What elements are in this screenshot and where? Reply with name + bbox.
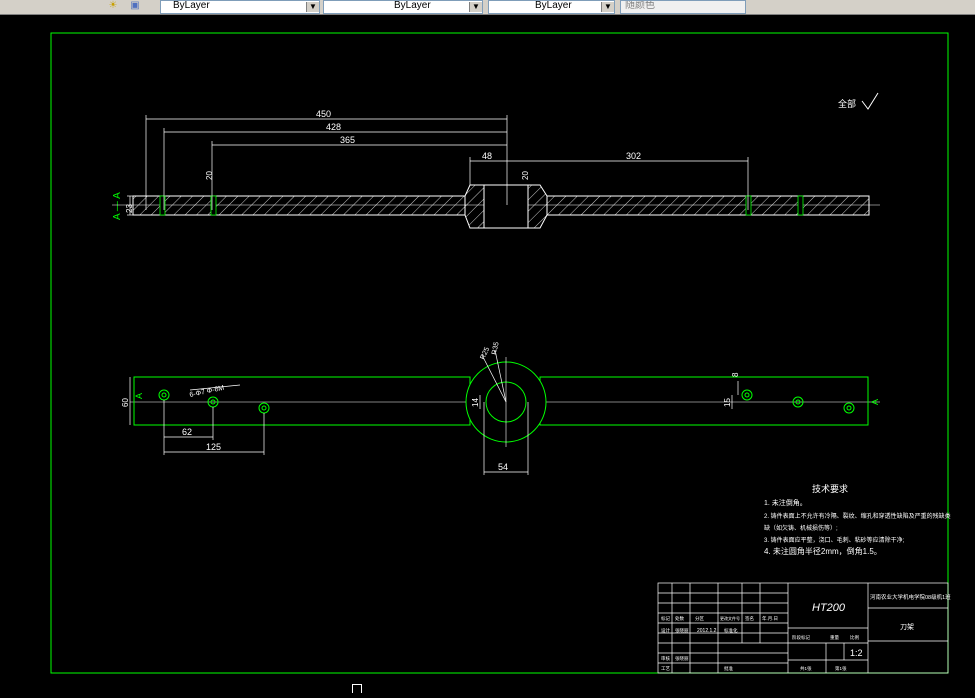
hole-callout: 6-Φ7 Φ-8M [189, 385, 225, 399]
dim-r2: R35 [491, 341, 501, 355]
dim-62: 62 [182, 427, 192, 437]
linetype-selector-value: ByLayer [394, 0, 431, 11]
tech-item-2: 2. 铸件表面上不允许有冷隔、裂纹、缩孔和穿透性缺陷及严重的残缺类 [764, 512, 951, 520]
lineweight-selector[interactable]: ByLayer ▼ [488, 0, 615, 14]
top-bar-left [133, 376, 471, 426]
outer-frame [50, 32, 949, 674]
part-name-label: 刀架 [900, 623, 914, 631]
date-value: 2012.1.2 [697, 628, 717, 634]
sheet-label: 共1张 [800, 665, 812, 672]
top-bar-right [539, 376, 869, 426]
front-hub-bore [483, 184, 529, 229]
chevron-down-icon[interactable]: ▼ [306, 2, 319, 12]
dim-r1: R25 [479, 346, 491, 361]
row-header-4: 签名 [745, 615, 754, 622]
tech-item-2b: 缺（如欠铸、机械损伤等）; [764, 524, 838, 532]
top-dimensions [129, 349, 739, 475]
front-hole [797, 195, 804, 216]
university-label: 河南农业大学机电学院08级机1班 [870, 593, 951, 601]
tech-item-4: 4. 未注圆角半径2mm，倒角1.5。 [764, 546, 882, 556]
lineweight-selector-value: ByLayer [535, 0, 572, 11]
tech-item-1: 1. 未注倒角。 [764, 498, 807, 507]
row-header-2: 分区 [695, 615, 704, 622]
plotstyle-selector[interactable]: 随颜色 [620, 0, 746, 14]
dim-23: 23 [125, 204, 134, 213]
layer-previous-icon[interactable]: ▣ [128, 0, 142, 12]
dim-20-center: 20 [521, 171, 530, 180]
row-header-5: 年.月.日 [762, 615, 778, 622]
section-mark-right: A [870, 399, 880, 405]
linetype-selector[interactable]: ByLayer ▼ [323, 0, 483, 14]
tech-item-3: 3. 铸件表面应平整，浇口、毛刺、粘砂等应清除干净; [764, 536, 905, 544]
front-hole [745, 195, 752, 216]
section-label: A — A [112, 192, 123, 220]
layer-selector-value: ByLayer [173, 0, 210, 11]
dim-302: 302 [626, 151, 641, 161]
dim-20-left: 20 [205, 171, 214, 180]
review-name: 张晓丽 [675, 655, 689, 662]
drawing-canvas[interactable]: 全部 A — A 450 428 365 48 302 20 20 23 60 … [0, 15, 975, 698]
roughness-symbol [861, 92, 879, 110]
dim-365: 365 [340, 135, 355, 145]
chevron-down-icon[interactable]: ▼ [469, 2, 482, 12]
layer-selector[interactable]: ByLayer ▼ [160, 0, 320, 14]
row-header-0: 标记 [661, 615, 670, 622]
dim-450: 450 [316, 109, 331, 119]
sheet-no-label: 第1张 [835, 665, 847, 672]
designer-label: 设计 [661, 627, 670, 634]
process-label: 工艺 [661, 666, 670, 671]
drawing-svg: 全部 A — A 450 428 365 48 302 20 20 23 60 … [50, 32, 951, 674]
dim-14: 14 [471, 398, 480, 407]
scale-label: 比例 [850, 634, 859, 641]
roughness-note: 全部 [838, 98, 856, 109]
properties-toolbar: ☀ ▣ ByLayer ▼ ByLayer ▼ ByLayer ▼ 随颜色 [0, 0, 975, 15]
front-bar-right [546, 195, 870, 216]
dim-8: 8 [731, 372, 740, 377]
section-mark-left: A [134, 393, 144, 399]
row-header-1: 处数 [675, 615, 684, 622]
material-label: HT200 [812, 602, 846, 614]
designer-name: 张晓丽 [675, 627, 689, 634]
dim-428: 428 [326, 122, 341, 132]
tech-heading: 技术要求 [812, 483, 848, 494]
front-bar-left [132, 195, 466, 216]
scale-value: 1:2 [850, 648, 863, 658]
stage-label: 阶段标记 [792, 634, 810, 641]
weight-label: 重量 [830, 634, 839, 641]
dim-54: 54 [498, 462, 508, 472]
layer-state-icon[interactable]: ☀ [106, 0, 120, 12]
plotstyle-selector-value: 随颜色 [625, 0, 655, 11]
dim-60: 60 [121, 398, 130, 407]
approve-label: 批准 [724, 665, 733, 672]
dim-15: 15 [723, 398, 732, 407]
row-header-3: 更改文件号 [720, 615, 740, 621]
crosshair-cursor [352, 684, 362, 693]
standardize-label: 标准化 [724, 627, 738, 634]
dim-125: 125 [206, 442, 221, 452]
review-label: 审核 [661, 655, 670, 662]
dim-48: 48 [482, 151, 492, 161]
chevron-down-icon[interactable]: ▼ [601, 2, 614, 12]
